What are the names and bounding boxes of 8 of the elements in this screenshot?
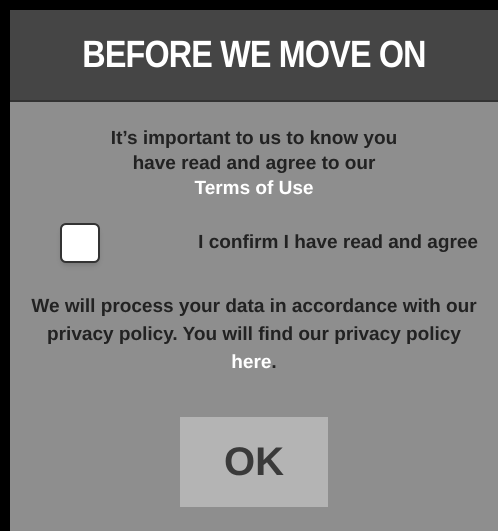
confirm-label: I confirm I have read and agree (198, 230, 478, 255)
intro-text: It’s important to us to know you have read and agree to our Terms of Use (110, 127, 398, 201)
ok-button[interactable]: OK (180, 417, 328, 507)
dialog-title: BEFORE WE MOVE ON (82, 32, 426, 78)
confirm-checkbox[interactable] (60, 223, 100, 263)
privacy-text: We will process your data in accordance with our privacy policy. You will find our privacy policy here. (30, 295, 478, 375)
privacy-link[interactable]: here (231, 352, 272, 373)
terms-link[interactable]: Terms of Use (194, 178, 314, 199)
